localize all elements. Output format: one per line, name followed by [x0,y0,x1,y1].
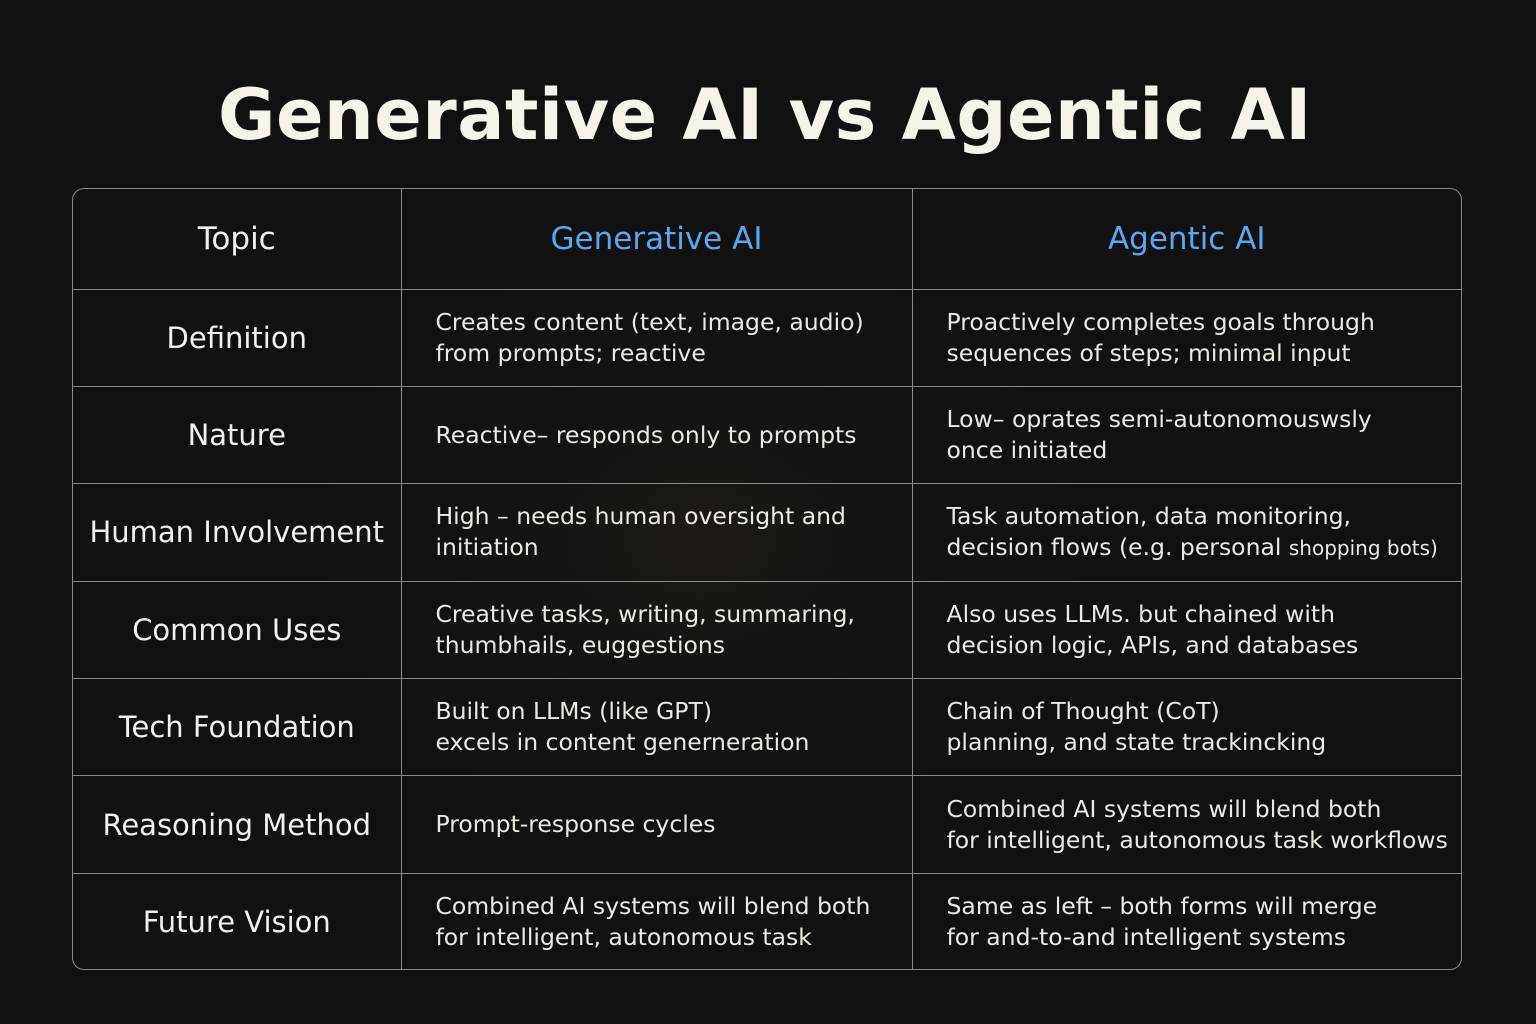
cell-line: for intelligent, autonomous task workflo… [946,825,1448,854]
cell-line: High – needs human oversight and [435,502,846,531]
cell-line: Also uses LLMs. but chained with [946,599,1335,628]
header-agentic-ai: Agentic AI [911,189,1461,290]
table-row: Definition Creates content (text, image,… [73,288,1461,387]
table-row: Future Vision Combined AI systems will b… [73,872,1461,969]
generative-cell: Built on LLMs (like GPT) excels in conte… [400,678,913,777]
generative-cell: Reactive– responds only to prompts [400,385,913,485]
cell-line: decision flows (e.g. personal shopping b… [947,532,1452,564]
generative-cell: Creates content (text, image, audio) fro… [400,288,913,387]
cell-line: for intelligent, autonomous task [435,923,812,952]
agentic-cell: Chain of Thought (CoT) planning, and sta… [911,678,1461,777]
cell-line: planning, and state trackincking [946,728,1327,757]
cell-line: Low– oprates semi-autonomouswsly [946,405,1372,434]
row-topic: Nature [73,385,402,485]
comparison-table: Topic Generative AI Agentic AI Definitio… [72,188,1462,970]
agentic-cell: Combined AI systems will blend both for … [911,775,1461,874]
row-topic: Tech Foundation [73,678,402,777]
cell-line: Same as left – both forms will merge [946,892,1378,921]
row-topic: Definition [73,288,402,387]
agentic-cell: Proactively completes goals through sequ… [911,288,1461,387]
cell-line: Reactive– responds only to prompts [435,420,857,449]
header-topic: Topic [73,189,402,290]
cell-line: initiation [435,533,539,562]
generative-cell: Prompt-response cycles [400,775,913,874]
cell-line: sequences of steps; minimal input [946,338,1351,367]
cell-line: Proactively completes goals through [946,307,1375,336]
cell-line: from prompts; reactive [435,338,706,367]
row-topic: Future Vision [73,872,402,969]
agentic-cell: Task automation, data monitoring, decisi… [911,483,1461,582]
row-topic: Human Involvement [73,483,402,582]
cell-line: for and-to-and intelligent systems [946,923,1347,952]
generative-cell: High – needs human oversight and initiat… [400,483,913,582]
table-row: Human Involvement High – needs human ove… [73,483,1461,582]
table-row: Tech Foundation Built on LLMs (like GPT)… [73,678,1461,777]
header-generative-ai: Generative AI [400,189,913,290]
table-row: Nature Reactive– responds only to prompt… [73,385,1461,485]
cell-line: Creates content (text, image, audio) [435,307,864,336]
cell-line-part-small: shopping bots) [1288,535,1438,560]
cell-line: Chain of Thought (CoT) [946,697,1220,726]
cell-line: Creative tasks, writing, summaring, [435,599,855,628]
agentic-cell: Same as left – both forms will merge for… [911,872,1461,969]
page-title: Generative AI vs Agentic AI [218,74,1312,156]
agentic-cell: Also uses LLMs. but chained with decisio… [911,580,1461,680]
generative-cell: Combined AI systems will blend both for … [400,872,913,969]
table-row: Reasoning Method Prompt-response cycles … [73,775,1461,874]
generative-cell: Creative tasks, writing, summaring, thum… [400,580,913,680]
agentic-cell: Low– oprates semi-autonomouswsly once in… [911,385,1461,485]
cell-line: decision logic, APIs, and databases [946,630,1359,659]
row-topic: Common Uses [73,580,402,680]
cell-line: Prompt-response cycles [435,810,716,839]
cell-line-part: decision flows (e.g. personal [946,532,1289,561]
table-row: Common Uses Creative tasks, writing, sum… [73,580,1461,680]
comparison-table-grid: Topic Generative AI Agentic AI Definitio… [73,189,1461,969]
cell-line: excels in content generneration [435,728,810,757]
cell-line: Built on LLMs (like GPT) [435,697,713,726]
cell-line: Task automation, data monitoring, [946,501,1351,530]
row-topic: Reasoning Method [73,775,402,874]
table-header-row: Topic Generative AI Agentic AI [73,189,1461,290]
cell-line: Combined AI systems will blend both [946,794,1382,823]
cell-line: thumbhails, euggestions [435,630,726,659]
cell-line: once initiated [946,436,1108,465]
cell-line: Combined AI systems will blend both [435,892,871,921]
